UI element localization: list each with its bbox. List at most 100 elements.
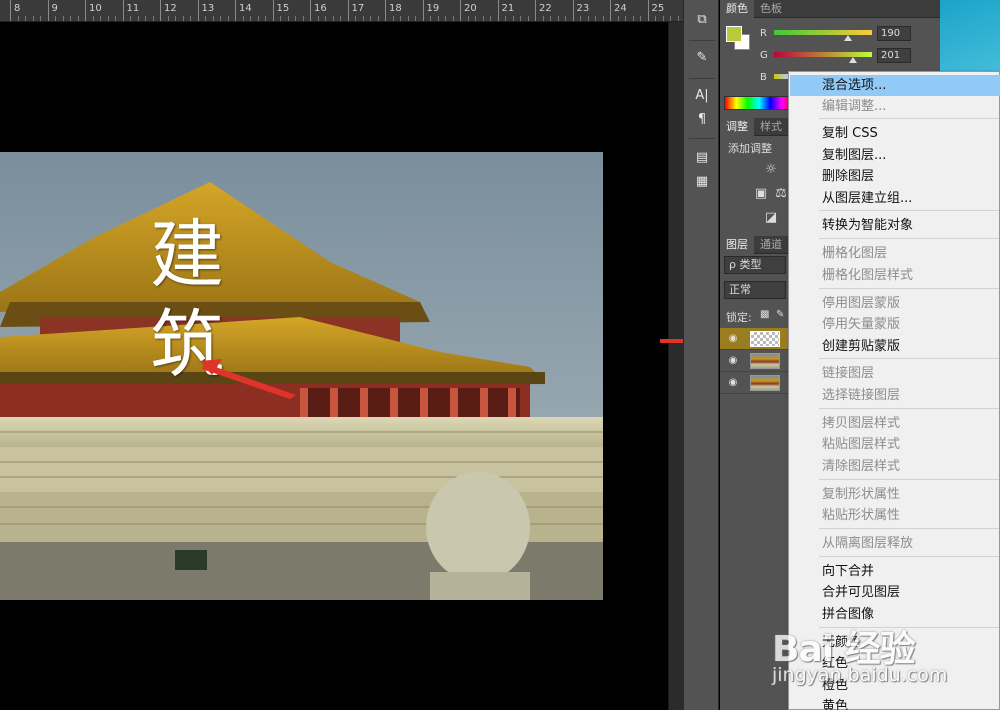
ruler-minor-tick: [602, 16, 604, 21]
menu-item[interactable]: 清除图层样式: [790, 456, 1000, 477]
channel-g-thumb[interactable]: [849, 57, 857, 63]
menu-divider: [819, 556, 999, 557]
ruler-minor-tick: [430, 16, 431, 21]
ruler-minor-tick: [625, 16, 626, 21]
menu-divider: [819, 479, 999, 480]
menu-item[interactable]: 复制形状属性: [790, 484, 1000, 505]
menu-item[interactable]: 链接图层: [790, 363, 1000, 384]
tab-adjustments[interactable]: 调整: [720, 118, 754, 136]
ruler-minor-tick: [392, 16, 394, 21]
ruler-minor-tick: [130, 16, 131, 21]
menu-item[interactable]: 栅格化图层样式: [790, 265, 1000, 286]
ruler-minor-tick: [520, 16, 521, 21]
eye-icon[interactable]: ◉: [726, 376, 740, 390]
menu-item[interactable]: 编辑调整...: [790, 96, 1000, 117]
ruler-minor-tick: [302, 16, 304, 21]
ruler-tick-label: 15: [276, 3, 290, 14]
ruler-minor-tick: [332, 16, 334, 21]
ruler-minor-tick: [677, 16, 679, 21]
ruler-tick: 15: [272, 0, 289, 21]
menu-item[interactable]: 拷贝图层样式: [790, 413, 1000, 434]
channel-g-slider[interactable]: [774, 52, 872, 57]
menu-item[interactable]: 复制图层...: [790, 145, 1000, 166]
menu-item[interactable]: 粘贴形状属性: [790, 505, 1000, 526]
ruler-minor-tick: [475, 16, 476, 21]
ruler-minor-tick: [17, 16, 19, 21]
ruler-tick-label: 21: [501, 3, 515, 14]
ruler-tick: 9: [47, 0, 58, 21]
canvas-scrollbar[interactable]: [668, 22, 683, 710]
tab-swatches[interactable]: 色板: [754, 0, 788, 18]
menu-item[interactable]: 粘贴图层样式: [790, 434, 1000, 455]
menu-item[interactable]: 混合选项...: [790, 75, 1000, 96]
menu-item[interactable]: 向下合并: [790, 561, 1000, 582]
brightness-icon[interactable]: ☼: [762, 162, 780, 178]
paragraph-icon[interactable]: ¶: [692, 110, 712, 130]
menu-item[interactable]: 停用图层蒙版: [790, 293, 1000, 314]
menu-divider: [819, 238, 999, 239]
channel-mixer-icon[interactable]: ▣: [752, 186, 770, 202]
ruler-minor-tick: [377, 16, 379, 21]
gradient-map-icon[interactable]: ◪: [762, 210, 780, 226]
ruler-tick: 17: [347, 0, 364, 21]
channel-g-label: G: [760, 50, 768, 61]
notes-icon[interactable]: ▦: [692, 172, 712, 192]
menu-item[interactable]: 从隔离图层释放: [790, 533, 1000, 554]
ruler-minor-tick: [550, 16, 551, 21]
ruler-minor-tick: [317, 16, 319, 21]
menu-item[interactable]: 栅格化图层: [790, 243, 1000, 264]
menu-item[interactable]: 黄色: [790, 696, 1000, 710]
menu-item[interactable]: 停用矢量蒙版: [790, 314, 1000, 335]
lock-transparent-icon[interactable]: ▩: [760, 309, 769, 320]
tab-layers[interactable]: 图层: [720, 236, 754, 254]
menu-item[interactable]: 删除图层: [790, 166, 1000, 187]
ruler-minor-tick: [40, 16, 41, 21]
horizontal-ruler: 8 9 10 11 12 13 14 15 16 17 18 19 20 21 22 23 24 25: [0, 0, 683, 22]
ruler-minor-tick: [115, 16, 116, 21]
ruler-tick: 22: [535, 0, 552, 21]
ruler-minor-tick: [407, 16, 409, 21]
menu-item[interactable]: 选择链接图层: [790, 385, 1000, 406]
blend-mode-select[interactable]: 正常: [724, 281, 786, 299]
layer-thumbnail: [750, 353, 780, 369]
menu-item[interactable]: 复制 CSS: [790, 123, 1000, 144]
tab-styles[interactable]: 样式: [754, 118, 788, 136]
ruler-minor-tick: [137, 16, 139, 21]
ruler-tick-label: 20: [464, 3, 477, 14]
character-icon[interactable]: A|: [692, 86, 712, 106]
brush-presets-icon[interactable]: ✎: [692, 48, 712, 68]
ruler-minor-tick: [632, 16, 634, 21]
properties-icon[interactable]: ▤: [692, 148, 712, 168]
menu-item[interactable]: 创建剪贴蒙版: [790, 336, 1000, 357]
history-icon[interactable]: ⧉: [692, 10, 712, 30]
menu-item[interactable]: 转换为智能对象: [790, 215, 1000, 236]
color-spectrum[interactable]: [724, 96, 794, 110]
ruler-tick-label: 8: [14, 3, 21, 14]
layer-thumbnail: [750, 331, 780, 347]
menu-divider: [819, 358, 999, 359]
channel-b-slider[interactable]: [774, 74, 788, 79]
ruler-minor-tick: [542, 16, 544, 21]
foreground-color-swatch[interactable]: [726, 26, 742, 42]
ruler-minor-tick: [437, 16, 439, 21]
ruler-minor-tick: [565, 16, 566, 21]
ruler-tick: 10: [85, 0, 102, 21]
ruler-minor-tick: [670, 16, 671, 21]
ruler-minor-tick: [415, 16, 416, 21]
tab-color[interactable]: 颜色: [720, 0, 754, 18]
ruler-tick: 25: [647, 0, 664, 21]
eye-icon[interactable]: ◉: [726, 332, 740, 346]
ruler-tick-label: 11: [126, 3, 140, 14]
menu-item[interactable]: 合并可见图层: [790, 582, 1000, 603]
ruler-tick-label: 17: [351, 3, 365, 14]
channel-g-value[interactable]: 201: [877, 48, 911, 63]
ruler-minor-tick: [250, 16, 251, 21]
channel-r-thumb[interactable]: [844, 35, 852, 41]
layer-filter-select[interactable]: ρ 类型: [724, 256, 786, 274]
channel-r-slider[interactable]: [774, 30, 872, 35]
channel-r-value[interactable]: 190: [877, 26, 911, 41]
lock-brush-icon[interactable]: ✎: [776, 309, 784, 320]
menu-item[interactable]: 从图层建立组...: [790, 188, 1000, 209]
eye-icon[interactable]: ◉: [726, 354, 740, 368]
tab-channels[interactable]: 通道: [754, 236, 788, 254]
